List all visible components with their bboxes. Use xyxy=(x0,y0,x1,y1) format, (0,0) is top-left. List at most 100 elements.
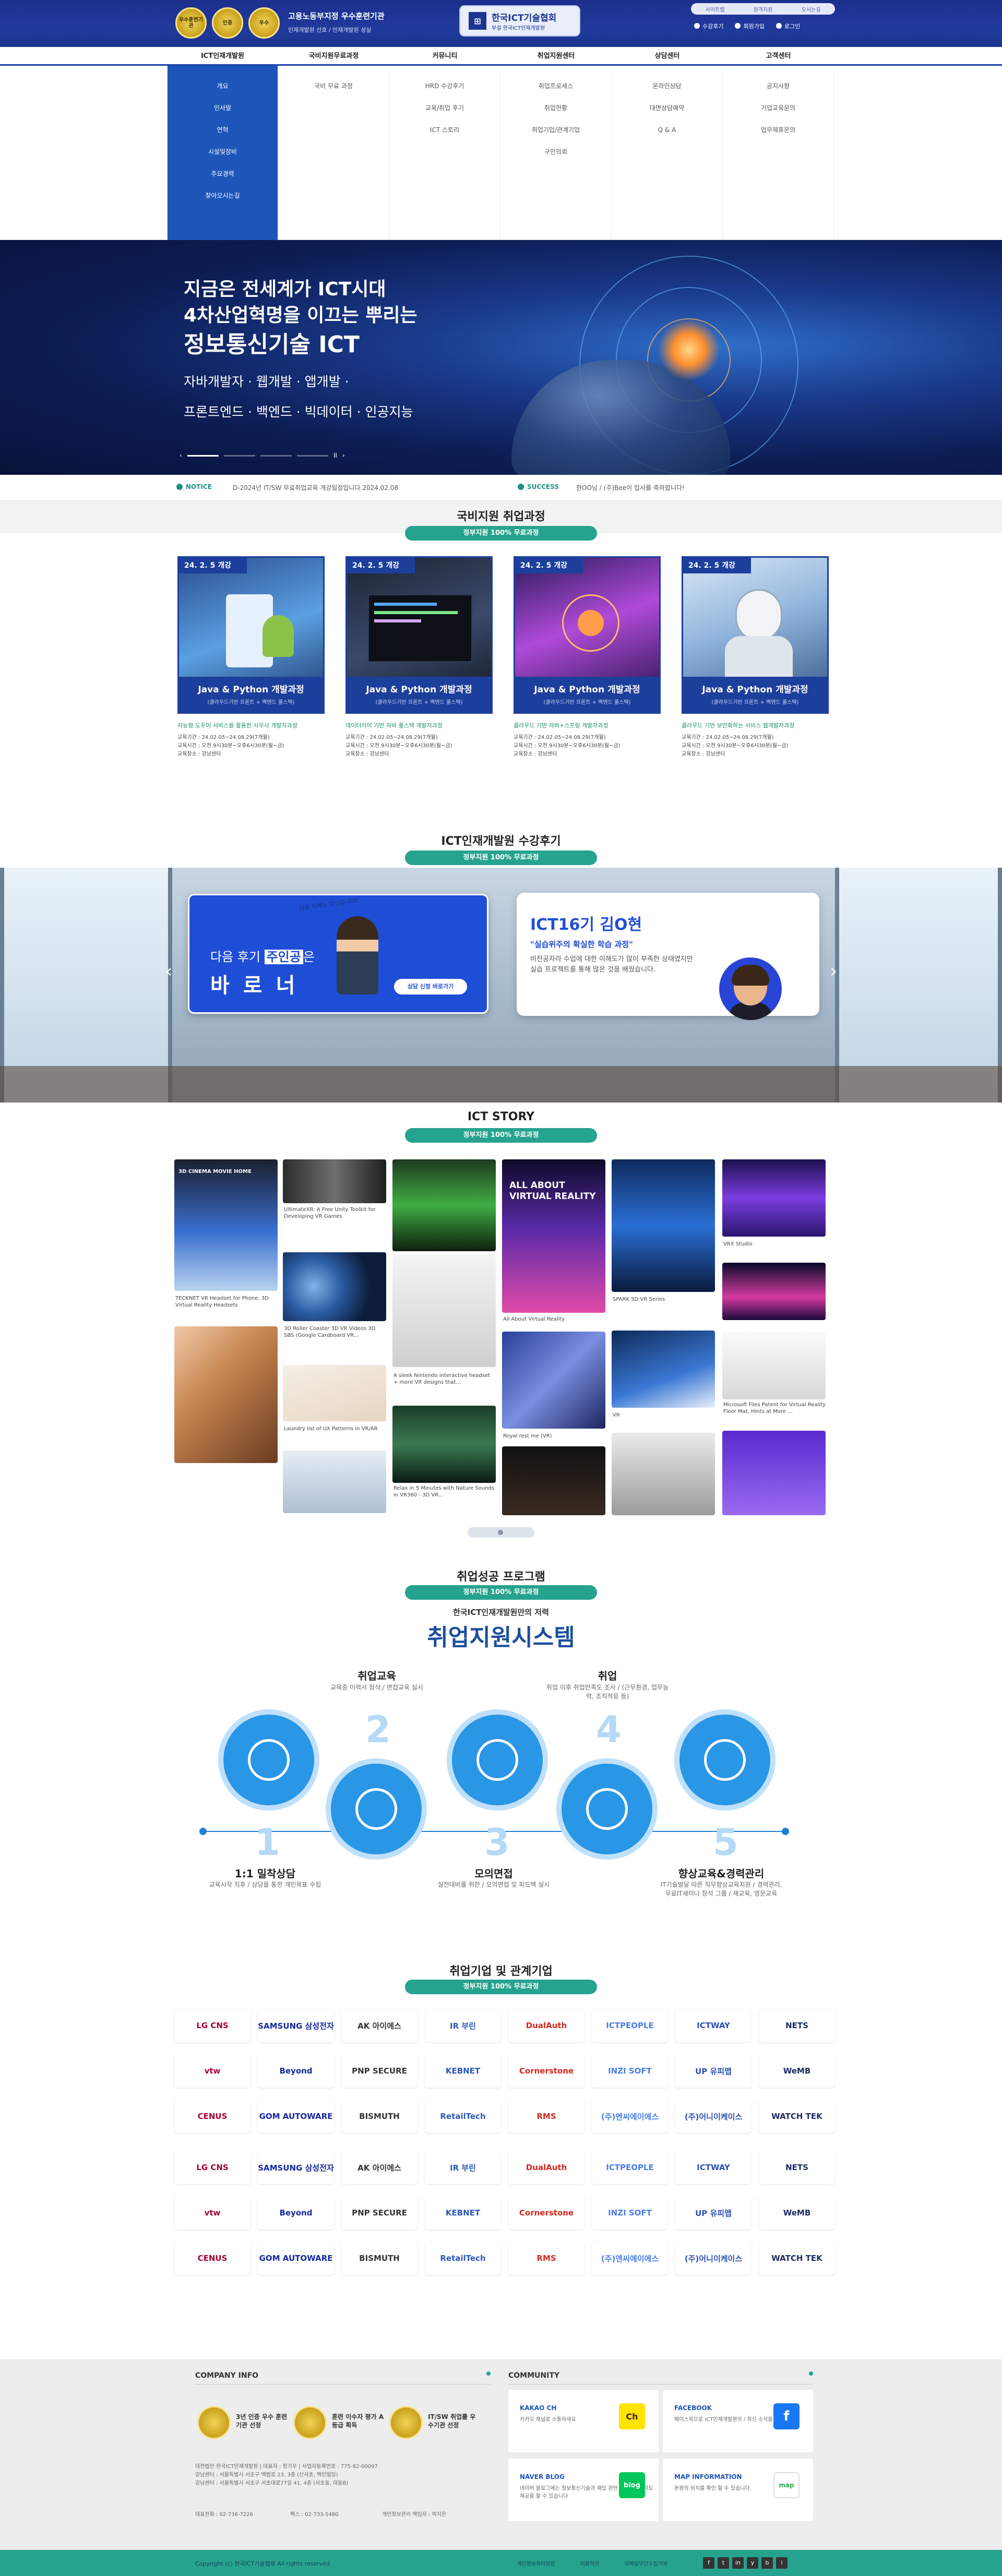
twitter-icon[interactable]: t xyxy=(718,2557,729,2569)
facebook-card[interactable]: FACEBOOK 페이스북으로 ICT인재개발원의 / 최신 소식을 받아보세요 … xyxy=(663,2390,813,2452)
story-thumb[interactable] xyxy=(612,1433,715,1515)
youtube-icon[interactable]: y xyxy=(747,2557,758,2569)
menu-item[interactable]: 연혁 xyxy=(168,119,278,141)
nav-ict[interactable]: ICT인재개발원 xyxy=(167,47,278,66)
menu-item[interactable]: 구인의뢰 xyxy=(500,141,611,163)
menu-item[interactable]: 취업현황 xyxy=(500,97,611,119)
nav-support[interactable]: 고객센터 xyxy=(723,47,834,66)
signup-link[interactable]: 회원가입 xyxy=(735,22,765,30)
directions-link[interactable]: 오시는길 xyxy=(802,5,821,13)
menu-item[interactable]: 국비 무료 과정 xyxy=(278,75,389,97)
mega-col-support: 공지사항 기업교육문의 업무제휴문의 xyxy=(723,66,834,240)
privacy-policy-link[interactable]: 개인정보처리방침 xyxy=(517,2559,555,2567)
review-prev-icon[interactable]: ‹ xyxy=(165,961,172,982)
menu-item[interactable]: 공지사항 xyxy=(723,75,833,97)
story-pager[interactable] xyxy=(468,1527,534,1538)
kakao-channel-card[interactable]: KAKAO CH 카카오 채널로 소통하세요 Ch xyxy=(508,2390,659,2452)
facebook-icon[interactable]: f xyxy=(703,2557,714,2569)
menu-item[interactable]: 찾아오시는길 xyxy=(168,185,278,207)
story-thumb[interactable] xyxy=(392,1406,496,1483)
menu-item[interactable]: 주요경력 xyxy=(168,163,278,185)
notice-text[interactable]: D-2024년 IT/SW 무료취업교육 개강일정입니다.2024.02.08 xyxy=(233,483,398,492)
story-thumb[interactable] xyxy=(612,1159,715,1292)
story-thumb[interactable] xyxy=(283,1365,386,1421)
menu-item[interactable]: ICT 스토리 xyxy=(389,119,500,141)
pause-icon[interactable]: II xyxy=(333,452,337,459)
hero-slider-controls: ‹ II › xyxy=(180,452,345,459)
menu-item[interactable]: HRD 수강후기 xyxy=(389,75,500,97)
menu-item[interactable]: Q & A xyxy=(612,119,722,141)
story-thumb[interactable] xyxy=(283,1252,386,1321)
site-logo[interactable]: ⊞ 한국ICT기술협회 부설 한국ICT인재개발원 xyxy=(459,5,580,37)
consult-button[interactable]: 상담 신청 바로가기 xyxy=(394,979,467,995)
nav-courses[interactable]: 국비지원무료과정 xyxy=(278,47,389,66)
course-card[interactable]: 24. 2. 5 개강 Java & Python 개발과정 (클라우드기반 프론… xyxy=(345,556,493,759)
story-thumb[interactable] xyxy=(502,1446,605,1515)
nav-consult[interactable]: 상담센터 xyxy=(612,47,723,66)
menu-item[interactable]: 개요 xyxy=(168,75,278,97)
success-text[interactable]: 한OO님 / (주)Bee이 입사를 축하합니다! xyxy=(576,483,685,492)
menu-item[interactable]: 대면상담예약 xyxy=(612,97,722,119)
company-logo: RetailTech xyxy=(425,2242,501,2275)
course-sub: (클라우드기반 프론트 + 백엔드 풀스택) xyxy=(375,700,463,705)
menu-item[interactable]: 업무제휴문의 xyxy=(723,119,833,141)
nav-job-center[interactable]: 취업지원센터 xyxy=(500,47,612,66)
menu-item[interactable]: 온라인상담 xyxy=(612,75,722,97)
story-thumb[interactable] xyxy=(392,1254,496,1367)
program-title: 취업성공 프로그램 xyxy=(457,1571,545,1584)
menu-item[interactable]: 교육/취업 후기 xyxy=(389,97,500,119)
review-next-icon[interactable]: › xyxy=(830,961,837,982)
slide-indicator[interactable] xyxy=(260,454,292,457)
story-thumb[interactable] xyxy=(722,1263,826,1320)
story-thumb[interactable] xyxy=(612,1331,715,1408)
terms-link[interactable]: 이용약관 xyxy=(580,2559,600,2567)
slide-indicator[interactable] xyxy=(296,454,328,457)
menu-item[interactable]: 취업프로세스 xyxy=(500,75,611,97)
menu-item[interactable]: 기업교육문의 xyxy=(723,97,833,119)
story-thumb[interactable] xyxy=(722,1332,826,1399)
course-card[interactable]: 24. 2. 5 개강 Java & Python 개발과정 (클라우드기반 프론… xyxy=(514,556,661,759)
story-thumb[interactable] xyxy=(502,1332,605,1429)
tagline-sub: 인재개발원 선호 / 인재개발원 성실 xyxy=(288,27,372,33)
story-thumb[interactable] xyxy=(283,1451,386,1513)
email-policy-link[interactable]: 이메일무단수집거부 xyxy=(624,2559,667,2567)
course-time: 교육시간 : 오전 9시30분~오후6시30분(월~금) xyxy=(514,743,621,749)
slide-indicator[interactable] xyxy=(223,454,255,457)
instagram-icon[interactable]: i xyxy=(776,2557,788,2569)
course-sub: (클라우드기반 프론트 + 백엔드 풀스택) xyxy=(207,700,295,705)
course-card[interactable]: 24. 2. 5 개강 Java & Python 개발과정 (클라우드기반 프론… xyxy=(177,556,325,759)
next-review-line1: 다음 후기 주인공 은 xyxy=(210,950,315,964)
login-link[interactable]: 로그인 xyxy=(776,22,800,30)
story-thumb[interactable] xyxy=(722,1431,826,1515)
story-thumb[interactable] xyxy=(283,1159,386,1203)
story-thumb[interactable]: ALL ABOUT VIRTUAL REALITY xyxy=(502,1159,605,1313)
naver-blog-card[interactable]: NAVER BLOG 네이버 블로그에는 정보통신기술과 재밌 관련 / 정보를 … xyxy=(508,2459,659,2521)
remote-support-link[interactable]: 원격지원 xyxy=(754,5,773,13)
meeting-table-icon xyxy=(248,1739,290,1781)
story-thumb[interactable] xyxy=(722,1159,826,1237)
tel-text: 대표전화 : 02-736-7226 xyxy=(195,2512,254,2518)
menu-item[interactable]: 시설및장비 xyxy=(168,141,278,163)
reviews-link[interactable]: 수강후기 xyxy=(694,22,723,30)
sitemap-link[interactable]: 사이트맵 xyxy=(706,5,725,13)
prev-arrow-icon[interactable]: ‹ xyxy=(180,452,182,459)
story-thumb[interactable] xyxy=(174,1326,278,1463)
cert-text: 훈련 이수자 평가 A등급 획득 xyxy=(332,2413,384,2429)
menu-item[interactable]: 인사말 xyxy=(168,97,278,119)
story-thumb[interactable] xyxy=(392,1159,496,1251)
slide-indicator[interactable] xyxy=(187,454,219,457)
company-logo: SAMSUNG 삼성전자 xyxy=(258,2151,334,2184)
review-card[interactable]: ICT16기 김O현 "실습위주의 확실한 학습 과정" 비전공자라 수업에 대… xyxy=(517,893,819,1020)
nav-community[interactable]: 커뮤니티 xyxy=(389,47,500,66)
pager-dot[interactable] xyxy=(498,1530,503,1535)
blog-icon[interactable]: b xyxy=(761,2557,773,2569)
linkedin-icon[interactable]: in xyxy=(732,2557,744,2569)
map-card[interactable]: MAP INFORMATION 본원의 위치를 확인 할 수 있습니다. map xyxy=(663,2459,813,2521)
menu-item[interactable]: 취업기업/관계기업 xyxy=(500,119,611,141)
next-arrow-icon[interactable]: › xyxy=(342,452,345,459)
company-logo: RMS xyxy=(508,2242,584,2275)
story-caption: A sleek Nintendo interactive headset + m… xyxy=(393,1373,491,1385)
course-card[interactable]: 24. 2. 5 개강 Java & Python 개발과정 (클라우드기반 프론… xyxy=(682,556,829,759)
story-thumb[interactable]: 3D CINEMA MOVIE HOME xyxy=(174,1159,278,1291)
blog-icon: blog xyxy=(619,2472,645,2498)
